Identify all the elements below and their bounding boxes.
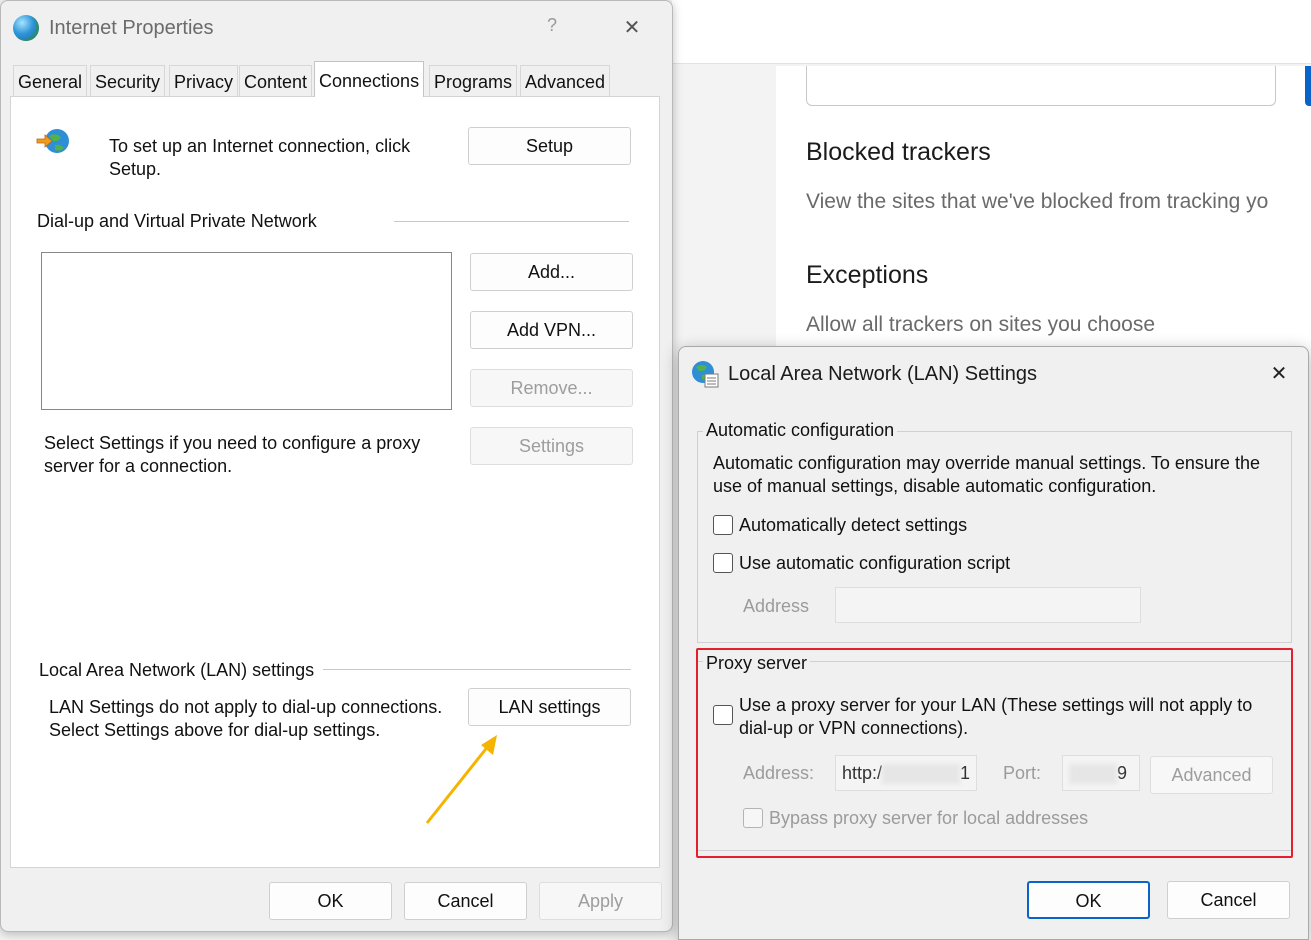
close-icon[interactable]: ✕ (1264, 361, 1294, 386)
ok-button[interactable]: OK (269, 882, 392, 920)
auto-detect-label[interactable]: Automatically detect settings (739, 514, 967, 537)
exceptions-heading[interactable]: Exceptions (806, 261, 928, 290)
lan-dialog-title: Local Area Network (LAN) Settings (728, 363, 1038, 385)
script-address-input[interactable] (835, 587, 1141, 623)
proxy-settings-instructions: Select Settings if you need to configure… (44, 433, 421, 476)
tab-privacy[interactable]: Privacy (169, 65, 239, 97)
lan-section-title: Local Area Network (LAN) settings (39, 660, 315, 680)
tab-programs[interactable]: Programs (429, 65, 518, 97)
close-icon[interactable]: ✕ (617, 15, 647, 40)
automatic-configuration-note: Automatic configuration may override man… (713, 453, 1260, 496)
section-divider (394, 221, 629, 222)
setup-button[interactable]: Setup (468, 127, 631, 165)
connection-setup-icon (36, 129, 69, 153)
add-vpn-button[interactable]: Add VPN... (470, 311, 633, 349)
auto-script-checkbox[interactable] (713, 553, 733, 573)
tab-security[interactable]: Security (90, 65, 166, 97)
dialup-vpn-section-title: Dial-up and Virtual Private Network (37, 211, 317, 231)
internet-properties-dialog: Internet Properties ? ✕ General Security… (0, 0, 673, 932)
browser-top-bar (672, 0, 1311, 64)
cancel-button[interactable]: Cancel (1167, 881, 1290, 919)
tab-content[interactable]: Content (239, 65, 313, 97)
proxy-highlight-box (696, 648, 1293, 858)
accent-toggle[interactable] (1305, 66, 1311, 106)
lan-instructions: LAN Settings do not apply to dial-up con… (49, 697, 443, 740)
connections-list[interactable] (41, 252, 452, 410)
annotation-arrow (425, 735, 497, 824)
auto-script-label[interactable]: Use automatic configuration script (739, 552, 1010, 575)
lan-settings-button[interactable]: LAN settings (468, 688, 631, 726)
globe-icon (13, 15, 39, 41)
ok-button[interactable]: OK (1027, 881, 1150, 919)
cancel-button[interactable]: Cancel (404, 882, 527, 920)
globe-settings-icon (692, 361, 719, 388)
blocked-trackers-heading[interactable]: Blocked trackers (806, 138, 991, 167)
dialog-title: Internet Properties (49, 17, 214, 39)
remove-button[interactable]: Remove... (470, 369, 633, 407)
settings-input-box[interactable] (806, 66, 1276, 106)
auto-detect-checkbox[interactable] (713, 515, 733, 535)
tab-connections[interactable]: Connections (314, 61, 425, 97)
section-divider (323, 669, 631, 670)
script-address-label: Address (743, 596, 810, 616)
tab-advanced[interactable]: Advanced (520, 65, 611, 97)
blocked-trackers-description: View the sites that we've blocked from t… (806, 190, 1269, 213)
setup-instructions: To set up an Internet connection, click … (109, 136, 411, 179)
help-button[interactable]: ? (537, 15, 567, 36)
settings-button[interactable]: Settings (470, 427, 633, 465)
exceptions-description: Allow all trackers on sites you choose (806, 313, 1155, 336)
automatic-configuration-title: Automatic configuration (703, 420, 898, 441)
apply-button[interactable]: Apply (539, 882, 662, 920)
add-button[interactable]: Add... (470, 253, 633, 291)
tab-general[interactable]: General (13, 65, 88, 97)
